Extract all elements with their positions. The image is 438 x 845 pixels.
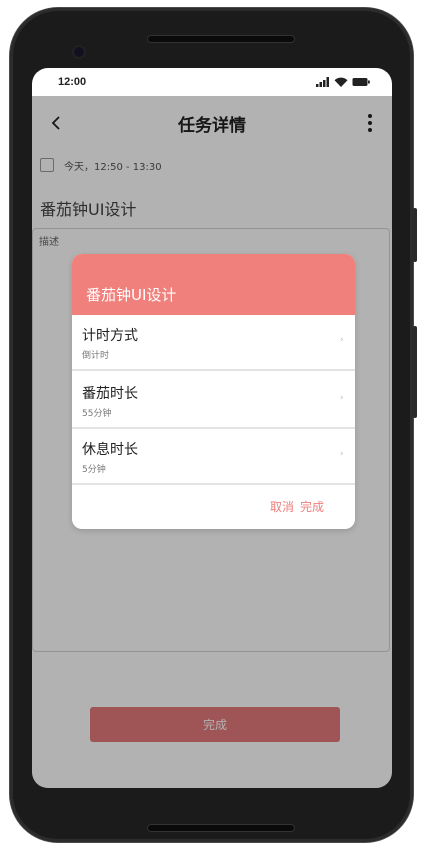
setting-value: 55分钟 [82, 409, 112, 419]
setting-row-pomodoro-duration[interactable]: 番茄时长 55分钟 › [72, 373, 355, 429]
bottom-speaker [147, 824, 295, 832]
setting-label: 计时方式 [82, 328, 138, 344]
confirm-button[interactable]: 完成 [300, 498, 324, 515]
setting-label: 休息时长 [82, 442, 138, 458]
status-icons [316, 77, 370, 87]
setting-value: 5分钟 [82, 465, 106, 475]
phone-screen: 12:00 任务详情 今天，12:50 - 13:30 番茄钟UI设计 描述 完… [32, 68, 392, 788]
signal-icon [316, 77, 329, 87]
wifi-icon [334, 77, 348, 87]
chevron-right-icon: › [340, 335, 344, 345]
status-bar: 12:00 [32, 68, 392, 96]
chevron-right-icon: › [340, 449, 344, 459]
setting-row-timer-mode[interactable]: 计时方式 倒计时 › [72, 315, 355, 371]
earpiece-speaker [147, 35, 295, 43]
front-camera [74, 47, 84, 57]
dialog-title: 番茄钟UI设计 [86, 286, 177, 304]
chevron-right-icon: › [340, 393, 344, 403]
dialog-actions: 取消 完成 [270, 498, 324, 515]
volume-button [413, 326, 417, 418]
setting-value: 倒计时 [82, 351, 110, 361]
power-button [413, 208, 417, 262]
battery-icon [352, 78, 370, 86]
status-time: 12:00 [58, 76, 87, 88]
setting-row-break-duration[interactable]: 休息时长 5分钟 › [72, 429, 355, 485]
dialog-header: 番茄钟UI设计 [72, 254, 355, 315]
pomodoro-settings-dialog: 番茄钟UI设计 计时方式 倒计时 › 番茄时长 55分钟 › 休息时长 5分钟 … [72, 254, 355, 529]
setting-label: 番茄时长 [82, 386, 138, 402]
cancel-button[interactable]: 取消 [270, 498, 294, 515]
